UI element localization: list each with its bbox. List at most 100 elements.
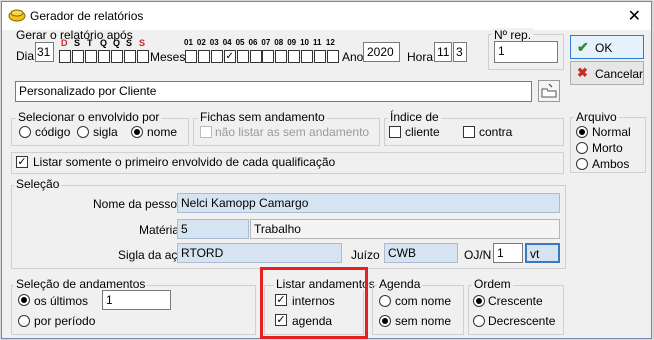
month-checkbox[interactable]: ✓ — [223, 50, 236, 63]
envolvido-label: Selecionar o envolvido por — [16, 110, 162, 124]
radio-sem-nome-label: sem nome — [395, 314, 452, 328]
month-checkbox[interactable] — [185, 50, 197, 63]
weekday-letter: S — [139, 38, 146, 48]
month-checkbox[interactable] — [314, 50, 326, 63]
ok-button[interactable]: ✔ OK — [570, 35, 644, 59]
radio-codigo-label: código — [35, 125, 71, 139]
weekday-checkbox[interactable] — [137, 50, 149, 63]
weekday-letter: S — [126, 38, 133, 48]
month-number: 09 — [287, 38, 297, 47]
check-icon: ✔ — [577, 39, 589, 55]
radio-codigo[interactable] — [19, 126, 31, 138]
radio-ultimos[interactable] — [18, 294, 30, 306]
weekday-checkbox[interactable] — [72, 50, 84, 63]
radio-normal[interactable] — [576, 126, 588, 138]
fichas-checkbox[interactable] — [200, 126, 212, 138]
month-checkbox[interactable] — [301, 50, 314, 63]
x-icon: ✖ — [577, 65, 588, 80]
radio-sem-nome[interactable] — [379, 315, 391, 327]
listar-primeiro-label: Listar somente o primeiro envolvido de c… — [33, 155, 336, 169]
ojn-input[interactable]: 1 — [493, 243, 523, 263]
radio-com-nome-label: com nome — [395, 294, 452, 308]
month-number: 06 — [248, 38, 258, 47]
close-icon[interactable]: ✕ — [628, 6, 641, 26]
weekday-checkbox[interactable] — [98, 50, 110, 63]
month-number: 04 — [222, 38, 232, 47]
cliente-label: cliente — [405, 125, 440, 139]
arquivo-label: Arquivo — [574, 110, 619, 124]
weekday-checkbox[interactable] — [124, 50, 136, 63]
radio-ambos-label: Ambos — [592, 157, 630, 171]
materia-code-input[interactable]: 5 — [177, 219, 249, 239]
open-folder-button[interactable] — [538, 80, 560, 102]
weekday-letter: Q — [113, 38, 121, 48]
month-checkbox[interactable] — [326, 50, 339, 63]
month-number: 03 — [209, 38, 219, 47]
day-input[interactable]: 31 — [35, 42, 54, 62]
month-number: 02 — [196, 38, 206, 47]
hour-label: Hora — [407, 50, 434, 64]
fichas-label: Fichas sem andamento — [198, 110, 327, 124]
indice-label: Índice de — [388, 110, 441, 124]
radio-crescente-label: Crescente — [488, 294, 543, 308]
month-checkbox[interactable] — [236, 50, 249, 63]
radio-ambos[interactable] — [576, 158, 588, 170]
radio-ultimos-label: os últimos — [34, 294, 89, 308]
ordem-label: Ordem — [472, 277, 513, 291]
pessoa-label: Nome da pessoa — [93, 197, 184, 211]
ojn-extra-input[interactable]: vt — [525, 243, 560, 263]
year-label: Ano — [342, 50, 364, 64]
month-number: 11 — [313, 38, 322, 47]
weekday-letter: Q — [100, 38, 108, 48]
weekday-checkbox[interactable] — [59, 50, 71, 63]
andamentos-label: Seleção de andamentos — [14, 277, 148, 291]
materia-desc-field: Trabalho — [250, 219, 560, 239]
radio-crescente[interactable] — [473, 295, 485, 307]
weekday-checkbox[interactable] — [85, 50, 97, 63]
radio-com-nome[interactable] — [379, 295, 391, 307]
month-number: 05 — [235, 38, 245, 47]
pessoa-input[interactable]: Nelci Kamopp Camargo — [177, 193, 560, 213]
window-title: Gerador de relatórios — [30, 9, 144, 23]
month-checkbox[interactable] — [197, 50, 210, 63]
radio-sigla[interactable] — [77, 126, 89, 138]
sigla-input[interactable]: RTORD — [177, 243, 342, 263]
radio-morto-label: Morto — [592, 141, 623, 155]
radio-morto[interactable] — [576, 142, 588, 154]
agenda-label: Agenda — [377, 277, 423, 291]
radio-decrescente[interactable] — [473, 315, 485, 327]
cancel-button[interactable]: ✖ Cancelar — [570, 61, 644, 85]
weekday-letter: S — [74, 38, 81, 48]
radio-periodo[interactable] — [18, 315, 30, 327]
month-number: 10 — [300, 38, 309, 47]
nrep-input[interactable]: 1 — [494, 41, 558, 63]
nrep-label: Nº rep. — [492, 28, 534, 42]
month-checkbox[interactable] — [262, 50, 275, 63]
fichas-option-label: não listar as sem andamento — [215, 125, 370, 139]
radio-nome[interactable] — [131, 126, 143, 138]
app-icon — [8, 9, 26, 22]
ultimos-input[interactable]: 1 — [102, 290, 171, 310]
weekday-letter: T — [87, 38, 93, 48]
contra-checkbox[interactable] — [463, 126, 475, 138]
year-input[interactable]: 2020 — [363, 42, 400, 62]
radio-sigla-label: sigla — [93, 125, 118, 139]
juizo-label: Juízo — [351, 248, 380, 262]
cliente-checkbox[interactable] — [389, 126, 401, 138]
month-number: 12 — [325, 38, 335, 47]
month-number: 01 — [184, 38, 193, 47]
report-name-input[interactable]: Personalizado por Cliente — [15, 81, 532, 102]
month-checkbox[interactable] — [249, 50, 262, 63]
listar-primeiro-checkbox[interactable]: ✓ — [16, 156, 28, 168]
hour-input[interactable]: 11 — [434, 42, 452, 62]
weekday-checkbox[interactable] — [111, 50, 123, 63]
selecao-label: Seleção — [14, 177, 62, 191]
weekday-letter: D — [61, 38, 68, 48]
month-checkbox[interactable] — [275, 50, 288, 63]
minute-input[interactable]: 3 — [453, 42, 467, 62]
month-checkbox[interactable] — [288, 50, 301, 63]
month-checkbox[interactable] — [210, 50, 223, 63]
juizo-input[interactable]: CWB — [384, 243, 458, 263]
ok-label: OK — [595, 41, 613, 55]
title-bar: Gerador de relatórios ✕ — [2, 2, 651, 30]
